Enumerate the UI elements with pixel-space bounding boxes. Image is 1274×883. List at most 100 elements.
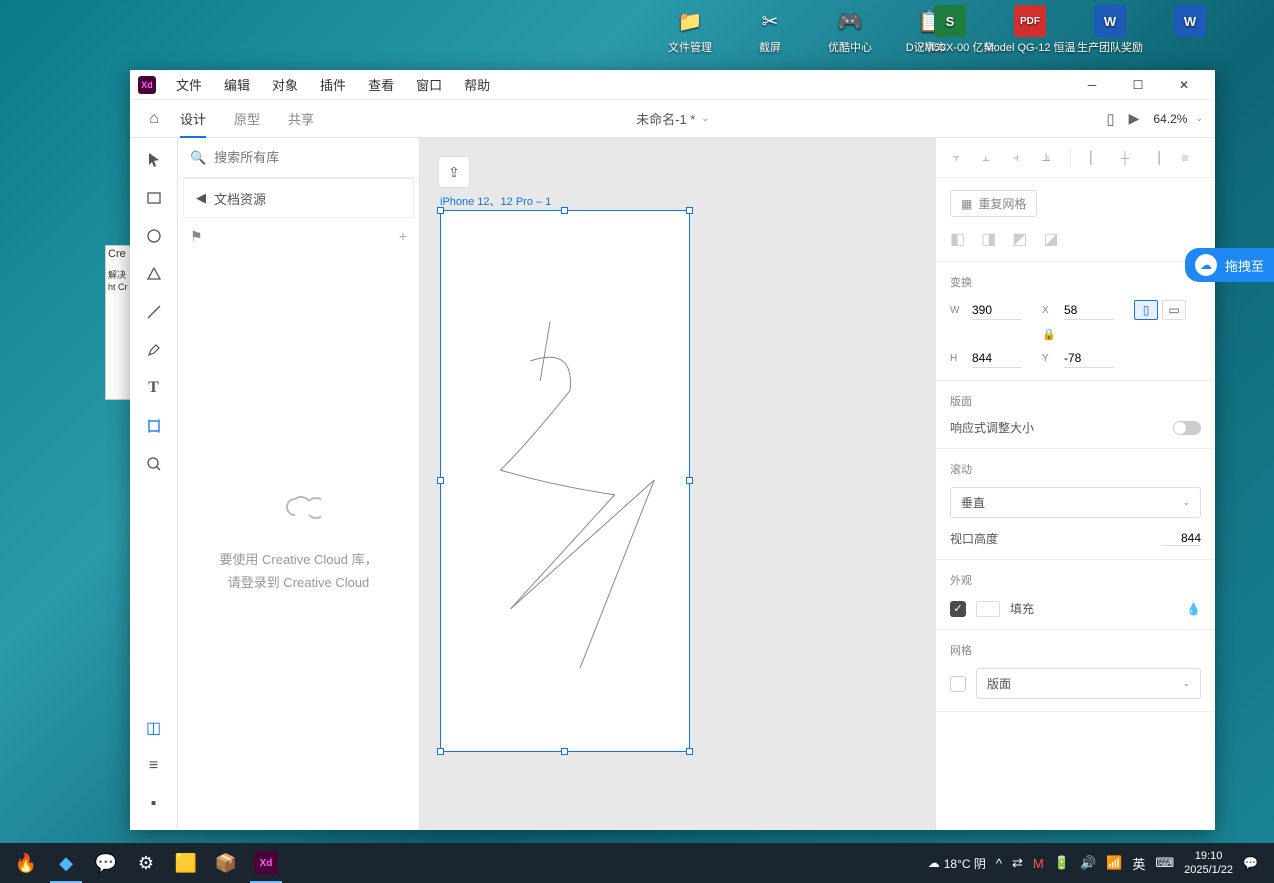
taskbar-wechat[interactable]: 💬 (86, 843, 126, 883)
selection-handle[interactable] (437, 748, 444, 755)
selection-handle[interactable] (686, 477, 693, 484)
document-title[interactable]: 未命名-1 *⌄ (636, 109, 709, 128)
distribute-h-icon[interactable]: ≡ (1177, 150, 1193, 166)
share-button[interactable]: ⇪ (438, 156, 470, 188)
tray-wifi-icon[interactable]: 📶 (1106, 855, 1122, 871)
align-bottom-icon[interactable]: ⫞ (1008, 150, 1024, 166)
width-input[interactable] (972, 301, 1022, 320)
grid-checkbox[interactable] (950, 676, 966, 692)
layers-icon[interactable]: ≡ (144, 756, 164, 776)
minimize-button[interactable]: ─ (1069, 70, 1115, 100)
zoom-select[interactable]: 64.2%⌄ (1153, 112, 1203, 126)
portrait-button[interactable]: ▯ (1134, 300, 1158, 320)
rectangle-tool[interactable] (144, 188, 164, 208)
eyedropper-icon[interactable]: 💧 (1186, 602, 1201, 616)
align-top-icon[interactable]: ⫟ (948, 150, 964, 166)
document-assets-row[interactable]: ◀ 文档资源 (183, 178, 414, 218)
boolean-exclude-icon[interactable]: ◪ (1043, 229, 1058, 249)
selection-handle[interactable] (437, 207, 444, 214)
tray-ime[interactable]: 英 (1132, 854, 1145, 873)
menu-view[interactable]: 查看 (368, 75, 394, 94)
line-tool[interactable] (144, 302, 164, 322)
tab-design[interactable]: 设计 (180, 109, 206, 138)
canvas[interactable]: ⇪ iPhone 12、12 Pro – 1 (420, 138, 935, 830)
tray-sync-icon[interactable]: ⇄ (1012, 855, 1023, 871)
desktop-file[interactable]: PDFModel QG-12 恒温 (1000, 5, 1060, 55)
menu-plugins[interactable]: 插件 (320, 75, 346, 94)
home-button[interactable]: ⌂ (130, 110, 178, 128)
menu-help[interactable]: 帮助 (464, 75, 490, 94)
boolean-intersect-icon[interactable]: ◩ (1012, 229, 1027, 249)
plugins-icon[interactable]: ▪ (144, 794, 164, 814)
desktop-file[interactable]: W (1160, 5, 1220, 55)
tray-chevron-icon[interactable]: ^ (996, 856, 1002, 871)
desktop-file[interactable]: SD·YM50X-00 亿柴 (920, 5, 980, 55)
align-right-icon[interactable]: ▕ (1147, 150, 1163, 166)
boolean-add-icon[interactable]: ◧ (950, 229, 965, 249)
align-hcenter-icon[interactable]: ┼ (1117, 150, 1133, 166)
taskbar-app[interactable]: ◆ (46, 843, 86, 883)
selection-handle[interactable] (686, 207, 693, 214)
taskbar-clock[interactable]: 19:10 2025/1/22 (1184, 849, 1233, 878)
desktop-icon[interactable]: ✂截屏 (740, 5, 800, 55)
artboard[interactable] (440, 210, 690, 752)
tray-m-icon[interactable]: M (1033, 856, 1044, 871)
y-input[interactable] (1064, 349, 1114, 368)
library-search-input[interactable] (214, 150, 407, 165)
tray-keyboard-icon[interactable]: ⌨ (1155, 855, 1174, 871)
maximize-button[interactable]: ☐ (1115, 70, 1161, 100)
taskbar-app[interactable]: 🔥 (6, 843, 46, 883)
close-button[interactable]: ✕ (1161, 70, 1207, 100)
menu-object[interactable]: 对象 (272, 75, 298, 94)
menu-file[interactable]: 文件 (176, 75, 202, 94)
selection-handle[interactable] (437, 477, 444, 484)
align-left-icon[interactable]: ▏ (1087, 150, 1103, 166)
distribute-v-icon[interactable]: ⫡ (1038, 150, 1054, 166)
select-tool[interactable] (144, 150, 164, 170)
zoom-tool[interactable] (144, 454, 164, 474)
tray-volume-icon[interactable]: 🔊 (1080, 855, 1096, 871)
text-tool[interactable]: T (144, 378, 164, 398)
desktop-icon[interactable]: 📁文件管理 (660, 5, 720, 55)
fill-color-swatch[interactable] (976, 601, 1000, 617)
selection-handle[interactable] (686, 748, 693, 755)
device-preview-icon[interactable]: ▯ (1106, 110, 1114, 128)
selection-handle[interactable] (561, 748, 568, 755)
x-input[interactable] (1064, 301, 1114, 320)
desktop-file[interactable]: W生产团队奖励 (1080, 5, 1140, 55)
responsive-toggle[interactable] (1173, 421, 1201, 435)
taskbar-app[interactable]: 🟨 (166, 843, 206, 883)
taskbar-settings[interactable]: ⚙ (126, 843, 166, 883)
scroll-select[interactable]: 垂直⌄ (950, 487, 1201, 518)
viewport-height-input[interactable] (1161, 531, 1201, 546)
fill-checkbox[interactable]: ✓ (950, 601, 966, 617)
height-input[interactable] (972, 349, 1022, 368)
tab-share[interactable]: 共享 (288, 109, 314, 128)
taskbar-xd[interactable]: Xd (246, 843, 286, 883)
taskbar-app[interactable]: 📦 (206, 843, 246, 883)
artboard-tool[interactable] (144, 416, 164, 436)
pen-tool[interactable] (144, 340, 164, 360)
menu-window[interactable]: 窗口 (416, 75, 442, 94)
menu-edit[interactable]: 编辑 (224, 75, 250, 94)
boolean-subtract-icon[interactable]: ◨ (981, 229, 996, 249)
desktop-icon[interactable]: 🎮优酷中心 (820, 5, 880, 55)
repeat-grid-button[interactable]: ▦重复网格 (950, 190, 1037, 217)
ellipse-tool[interactable] (144, 226, 164, 246)
artboard-label[interactable]: iPhone 12、12 Pro – 1 (440, 193, 551, 209)
pin-icon[interactable]: ⚑ (190, 228, 203, 245)
libraries-icon[interactable]: ◫ (144, 718, 164, 738)
selection-handle[interactable] (561, 207, 568, 214)
add-icon[interactable]: + (399, 228, 407, 244)
tray-battery-icon[interactable]: 🔋 (1054, 855, 1070, 871)
grid-type-select[interactable]: 版面⌄ (976, 668, 1201, 699)
polygon-tool[interactable] (144, 264, 164, 284)
weather-widget[interactable]: ☁ 18°C 阴 (928, 855, 986, 872)
lock-icon[interactable]: 🔒 (1042, 328, 1054, 341)
notifications-icon[interactable]: 💬 (1243, 856, 1258, 870)
align-vcenter-icon[interactable]: ⫠ (978, 150, 994, 166)
landscape-button[interactable]: ▭ (1162, 300, 1186, 320)
play-icon[interactable]: ▶ (1129, 110, 1140, 127)
baidu-drive-float[interactable]: ☁ 拖拽至 (1185, 248, 1274, 282)
tab-prototype[interactable]: 原型 (234, 109, 260, 128)
